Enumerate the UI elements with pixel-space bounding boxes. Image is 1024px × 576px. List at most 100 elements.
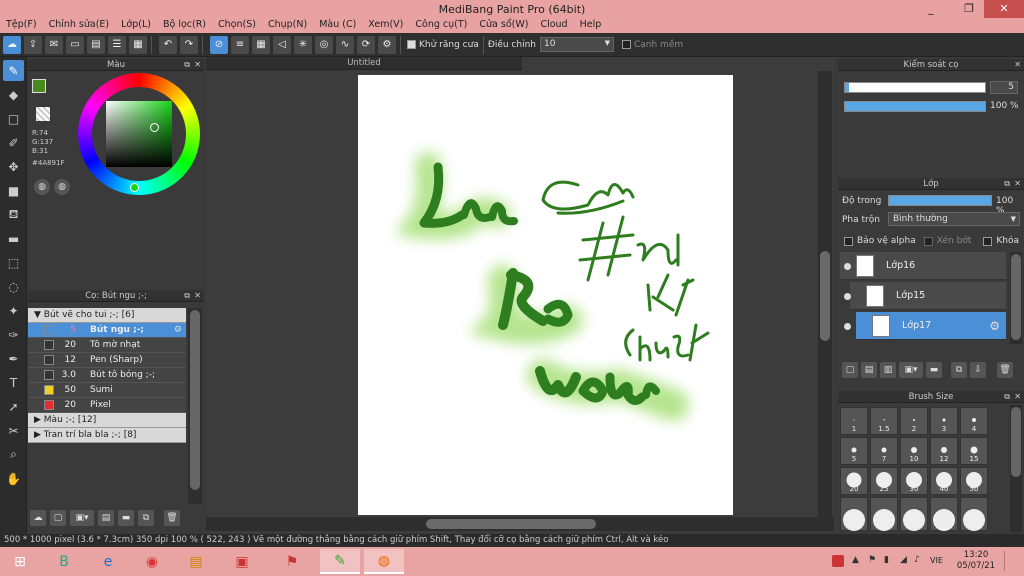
brush-size-cell[interactable]: 12: [930, 437, 958, 465]
gear-icon[interactable]: ⚙: [174, 325, 182, 335]
menu-file[interactable]: Tệp(F): [0, 18, 43, 33]
tray-expand-icon[interactable]: ▲: [852, 555, 859, 565]
taskbar-app-chrome[interactable]: ◉: [132, 549, 172, 574]
brush-item[interactable]: 5 Bút ngu ;-; ⚙: [28, 323, 186, 338]
notification-icon[interactable]: [1004, 551, 1020, 571]
bucket-tool-icon[interactable]: ⛾: [3, 204, 24, 225]
parallel-snap-icon[interactable]: ≡: [231, 35, 249, 54]
layer-folder-icon[interactable]: ▬: [926, 362, 942, 378]
hand-tool-icon[interactable]: ✋: [3, 468, 24, 489]
brush-size-scrollbar[interactable]: [1010, 405, 1022, 533]
eraser-tool-icon[interactable]: ◆: [3, 84, 24, 105]
menu-select[interactable]: Chọn(S): [212, 18, 262, 33]
brush-size-cell[interactable]: 20: [840, 467, 868, 495]
transparent-color-swatch[interactable]: [36, 107, 50, 121]
hue-ring[interactable]: [78, 73, 200, 195]
add-brush-menu-icon[interactable]: ▣▾: [70, 510, 94, 526]
document-icon[interactable]: ▤: [87, 35, 105, 54]
clock[interactable]: 13:20 05/07/21: [956, 550, 996, 572]
brush-size-cell[interactable]: [900, 497, 928, 532]
hue-handle[interactable]: [130, 183, 139, 192]
brush-size-cell[interactable]: 50: [960, 467, 988, 495]
delete-layer-icon[interactable]: 🗑: [997, 362, 1013, 378]
duplicate-icon[interactable]: ⧉: [138, 510, 154, 526]
divide-tool-icon[interactable]: ✂: [3, 420, 24, 441]
operation-tool-icon[interactable]: ➚: [3, 396, 24, 417]
new-halftone-layer-icon[interactable]: ▤: [861, 362, 877, 378]
menu-tools[interactable]: Công cụ(T): [409, 18, 473, 33]
brush-size-cell[interactable]: 1: [840, 407, 868, 435]
magic-wand-tool-icon[interactable]: ✦: [3, 300, 24, 321]
menu-filter[interactable]: Bộ lọc(R): [157, 18, 212, 33]
adjust-select[interactable]: 10 ▼: [539, 37, 614, 52]
menu-window[interactable]: Cửa sổ(W): [473, 18, 534, 33]
duplicate-layer-icon[interactable]: ⧉: [951, 362, 967, 378]
taskbar-app-ie[interactable]: e: [88, 549, 128, 574]
palette-add-icon[interactable]: ◍: [54, 179, 70, 195]
language-indicator[interactable]: VIE: [930, 556, 943, 565]
gradient-tool-icon[interactable]: ▬: [3, 228, 24, 249]
merge-layer-icon[interactable]: ⇩: [970, 362, 986, 378]
brush-item[interactable]: 50 Sumi: [28, 383, 186, 398]
brush-item[interactable]: 20 Pixel: [28, 398, 186, 413]
circle-snap-icon[interactable]: ◎: [315, 35, 333, 54]
brush-size-cell[interactable]: 5: [840, 437, 868, 465]
start-button[interactable]: ⊞: [0, 549, 40, 574]
antivirus-tray-icon[interactable]: [832, 555, 844, 567]
grid-icon[interactable]: ▦: [129, 35, 147, 54]
brush-size-cell[interactable]: 10: [900, 437, 928, 465]
folder-icon[interactable]: ▬: [118, 510, 134, 526]
protect-alpha-checkbox[interactable]: [844, 236, 853, 246]
float-panel-icon[interactable]: ⧉: [1004, 391, 1010, 403]
close-button[interactable]: ✕: [984, 0, 1024, 18]
brush-size-cell[interactable]: 1.5: [870, 407, 898, 435]
antialias-checkbox[interactable]: [407, 40, 416, 49]
rectangle-tool-icon[interactable]: □: [3, 108, 24, 129]
menu-edit[interactable]: Chỉnh sửa(E): [43, 18, 116, 33]
layer-item[interactable]: Lớp15: [850, 282, 1006, 310]
cloud-icon[interactable]: ☁: [3, 35, 21, 54]
new-layer-icon[interactable]: ▢: [842, 362, 858, 378]
brush-group[interactable]: ▶ Màu ;-; [12]: [28, 413, 186, 428]
rotate-icon[interactable]: ⟳: [357, 35, 375, 54]
brush-group[interactable]: ▶ Tran trí bla bla ;-; [8]: [28, 428, 186, 443]
brush-size-cell[interactable]: 3: [930, 407, 958, 435]
menu-color[interactable]: Màu (C): [313, 18, 362, 33]
layer-item[interactable]: Lớp16: [840, 252, 1006, 280]
brush-size-cell[interactable]: 25: [870, 467, 898, 495]
brush-size-cell[interactable]: [960, 497, 988, 532]
float-panel-icon[interactable]: ⧉: [184, 290, 190, 302]
canvas-horizontal-scrollbar[interactable]: [206, 517, 834, 531]
new-8bit-layer-icon[interactable]: ▥: [880, 362, 896, 378]
eye-icon[interactable]: [844, 323, 851, 330]
maximize-button[interactable]: ❐: [956, 0, 982, 18]
brush-size-cell[interactable]: [870, 497, 898, 532]
float-panel-icon[interactable]: ⧉: [184, 59, 190, 71]
clipping-checkbox[interactable]: [923, 236, 933, 246]
brush-size-slider[interactable]: [844, 82, 986, 93]
close-panel-icon[interactable]: ✕: [1014, 178, 1021, 190]
tab-untitled[interactable]: Untitled: [206, 57, 522, 70]
canvas-vertical-scrollbar[interactable]: [818, 71, 832, 517]
blend-mode-select[interactable]: Bình thường ▼: [888, 212, 1020, 226]
brush-size-cell[interactable]: [840, 497, 868, 532]
minimize-button[interactable]: _: [918, 0, 944, 18]
layer-item[interactable]: Lớp17 ⚙: [856, 312, 1006, 340]
eye-icon[interactable]: [844, 263, 851, 270]
menu-view[interactable]: Xem(V): [362, 18, 409, 33]
redo-icon[interactable]: ↷: [180, 35, 198, 54]
battery-tray-icon[interactable]: ▮: [884, 555, 889, 565]
list-icon[interactable]: ☰: [108, 35, 126, 54]
vanishing-snap-icon[interactable]: ◁: [273, 35, 291, 54]
menu-snap[interactable]: Chụp(N): [262, 18, 313, 33]
palette-icon[interactable]: ◍: [34, 179, 50, 195]
brush-size-cell[interactable]: 7: [870, 437, 898, 465]
flag-tray-icon[interactable]: ⚑: [868, 555, 876, 565]
share-icon[interactable]: ⇪: [24, 35, 42, 54]
fill-rect-tool-icon[interactable]: ■: [3, 180, 24, 201]
brush-size-cell[interactable]: 4: [960, 407, 988, 435]
primary-color-swatch[interactable]: [32, 79, 46, 93]
brush-tool-icon[interactable]: ✎: [3, 60, 24, 81]
close-panel-icon[interactable]: ✕: [194, 59, 201, 71]
taskbar-app-medibang[interactable]: ◍: [364, 549, 404, 574]
